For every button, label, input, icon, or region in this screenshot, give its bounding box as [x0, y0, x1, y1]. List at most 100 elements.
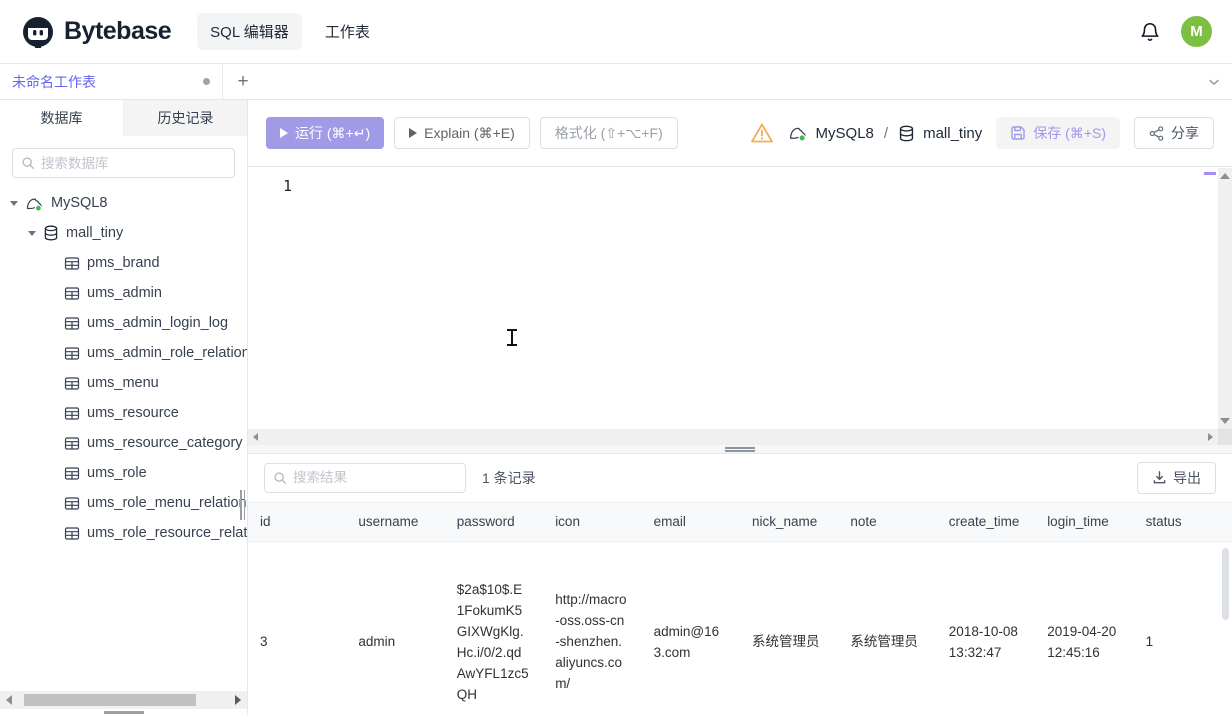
table-icon — [64, 466, 80, 481]
user-avatar[interactable]: M — [1181, 16, 1212, 47]
tree-table[interactable]: ums_admin_login_log — [0, 308, 247, 338]
table-label: ums_menu — [87, 375, 159, 391]
tree-table[interactable]: ums_role_resource_relation — [0, 518, 247, 548]
table-row[interactable]: 3 admin $2a$10$.E1FokumK5GIXWgKlg.Hc.i/0… — [248, 542, 1232, 715]
tree-table[interactable]: ums_role_menu_relation — [0, 488, 247, 518]
play-icon — [409, 128, 417, 138]
column-header[interactable]: password — [445, 514, 543, 529]
scroll-left-icon[interactable] — [6, 695, 12, 705]
format-button-label: 格式化 (⇧+⌥+F) — [555, 123, 663, 143]
editor-horizontal-scrollbar[interactable] — [248, 429, 1232, 445]
results-search-box — [264, 463, 466, 493]
tree-table[interactable]: ums_admin_role_relation — [0, 338, 247, 368]
share-button[interactable]: 分享 — [1134, 117, 1214, 149]
scrollbar-thumb[interactable] — [24, 694, 196, 706]
instance-label: MySQL8 — [51, 195, 107, 211]
column-header[interactable]: status — [1134, 514, 1232, 529]
format-button[interactable]: 格式化 (⇧+⌥+F) — [540, 117, 678, 149]
results-search-input[interactable] — [293, 470, 457, 485]
tree-table[interactable]: pms_brand — [0, 248, 247, 278]
results-toolbar: 1 条记录 导出 — [248, 454, 1232, 502]
column-header[interactable]: nick_name — [740, 514, 838, 529]
worksheet-tab[interactable]: 未命名工作表 — [0, 64, 223, 99]
export-button[interactable]: 导出 — [1137, 462, 1216, 494]
connection-breadcrumb[interactable]: MySQL8 / mall_tiny — [788, 124, 983, 142]
table-label: ums_role — [87, 465, 147, 481]
save-button-label: 保存 (⌘+S) — [1033, 123, 1106, 143]
tree-table[interactable]: ums_admin — [0, 278, 247, 308]
tree-table[interactable]: ums_resource — [0, 398, 247, 428]
column-header[interactable]: login_time — [1035, 514, 1133, 529]
results-scrollbar-thumb[interactable] — [1222, 548, 1229, 620]
column-header[interactable]: username — [346, 514, 444, 529]
scroll-right-icon[interactable] — [1208, 433, 1213, 441]
column-header[interactable]: id — [248, 514, 346, 529]
bytebase-logo[interactable]: Bytebase — [20, 14, 171, 50]
app-header: Bytebase SQL 编辑器 工作表 M — [0, 0, 1232, 64]
table-icon — [64, 496, 80, 511]
table-icon — [64, 526, 80, 541]
run-button-label: 运行 (⌘+↵) — [295, 123, 370, 143]
notification-bell-icon[interactable] — [1139, 21, 1161, 43]
warning-icon[interactable] — [750, 122, 774, 144]
caret-down-icon[interactable] — [10, 201, 18, 206]
scroll-up-icon[interactable] — [1220, 173, 1230, 179]
mysql-instance-icon — [25, 195, 44, 212]
editor-vertical-scrollbar[interactable] — [1218, 168, 1232, 429]
tab-history[interactable]: 历史记录 — [124, 100, 247, 136]
sql-editor-area[interactable]: 1 — [248, 166, 1232, 429]
drag-handle-icon — [725, 446, 755, 454]
tab-databases[interactable]: 数据库 — [0, 100, 124, 136]
sidebar: 数据库 历史记录 MySQL8 — [0, 100, 248, 715]
tree-table[interactable]: ums_menu — [0, 368, 247, 398]
explain-button-label: Explain (⌘+E) — [424, 125, 515, 142]
tree-database-mall-tiny[interactable]: mall_tiny — [0, 218, 247, 248]
nav-sql-editor[interactable]: SQL 编辑器 — [197, 13, 302, 50]
column-header[interactable]: email — [642, 514, 740, 529]
scrollbar-corner — [1218, 429, 1232, 445]
share-icon — [1149, 126, 1164, 141]
sidebar-resize-handle[interactable] — [240, 490, 246, 520]
run-button[interactable]: 运行 (⌘+↵) — [266, 117, 384, 149]
database-label: mall_tiny — [66, 225, 123, 241]
table-label: ums_admin_role_relation — [87, 345, 247, 361]
database-search-box — [12, 148, 235, 178]
scroll-right-icon[interactable] — [235, 695, 241, 705]
new-worksheet-button[interactable]: + — [223, 71, 263, 93]
chevron-down-icon[interactable] — [1206, 74, 1222, 90]
tree-instance-mysql8[interactable]: MySQL8 — [0, 188, 247, 218]
scroll-down-icon[interactable] — [1220, 418, 1230, 424]
cell-password: $2a$10$.E1FokumK5GIXWgKlg.Hc.i/0/2.qdAwY… — [445, 579, 543, 705]
column-header[interactable]: note — [838, 514, 936, 529]
editor-toolbar: 运行 (⌘+↵) Explain (⌘+E) 格式化 (⇧+⌥+F) — [248, 100, 1232, 166]
table-label: ums_resource — [87, 405, 179, 421]
sidebar-tabs: 数据库 历史记录 — [0, 100, 247, 136]
tree-table[interactable]: ums_role — [0, 458, 247, 488]
scroll-left-icon[interactable] — [253, 433, 258, 441]
bytebase-sql-editor: Bytebase SQL 编辑器 工作表 M 未命名工作表 + — [0, 0, 1232, 715]
column-header[interactable]: icon — [543, 514, 641, 529]
save-button[interactable]: 保存 (⌘+S) — [996, 117, 1120, 149]
column-header[interactable]: create_time — [937, 514, 1035, 529]
search-icon — [273, 471, 287, 485]
explain-button[interactable]: Explain (⌘+E) — [394, 117, 530, 149]
mysql-instance-icon — [788, 124, 808, 142]
sidebar-horizontal-scrollbar[interactable] — [0, 691, 247, 709]
export-button-label: 导出 — [1173, 468, 1201, 488]
main-nav: SQL 编辑器 工作表 — [197, 13, 383, 50]
breadcrumb-separator: / — [882, 125, 890, 142]
results-panel: 1 条记录 导出 id username passwo — [248, 453, 1232, 715]
table-label: ums_admin — [87, 285, 162, 301]
tree-table[interactable]: ums_resource_category — [0, 428, 247, 458]
database-search-input[interactable] — [41, 156, 226, 171]
table-icon — [64, 406, 80, 421]
panel-resize-divider[interactable] — [248, 445, 1232, 453]
results-table: id username password icon email nick_nam… — [248, 502, 1232, 715]
save-icon — [1010, 125, 1026, 141]
instance-name: MySQL8 — [816, 125, 874, 142]
nav-worksheets[interactable]: 工作表 — [312, 13, 383, 50]
cell-icon: http://macro-oss.oss-cn-shenzhen.aliyunc… — [543, 589, 641, 694]
bottom-resize-handle[interactable] — [104, 711, 144, 714]
cell-nick-name: 系统管理员 — [740, 631, 838, 652]
caret-down-icon[interactable] — [28, 231, 36, 236]
